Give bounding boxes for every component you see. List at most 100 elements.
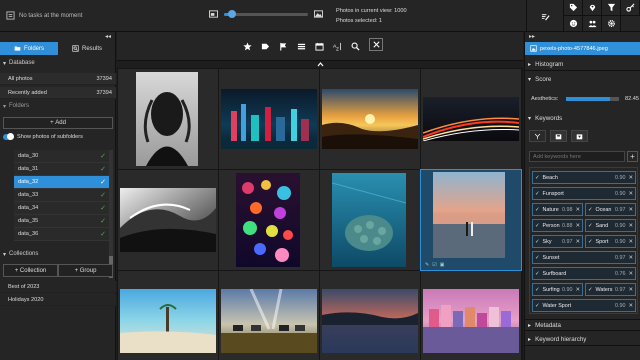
photo-cell[interactable] bbox=[421, 69, 521, 169]
tag-button[interactable] bbox=[564, 0, 583, 16]
folder-item[interactable]: data_32 ✓ bbox=[14, 176, 110, 189]
keyword-tag[interactable]: ✓ Ocean 0.97 ✕ bbox=[585, 203, 636, 216]
remove-keyword-icon[interactable]: ✕ bbox=[628, 271, 633, 277]
collections-section-header[interactable]: ▾ Collections bbox=[0, 249, 116, 259]
zoom-slider-knob[interactable] bbox=[228, 9, 237, 18]
add-group-button[interactable]: + Group bbox=[58, 264, 113, 277]
date-filter-button[interactable] bbox=[313, 40, 325, 52]
remove-keyword-icon[interactable]: ✕ bbox=[575, 287, 580, 293]
favorite-filter-button[interactable] bbox=[241, 40, 253, 52]
database-row-recently-added[interactable]: Recently added 37394 bbox=[0, 87, 116, 99]
collection-item[interactable]: Holidays 2020 bbox=[0, 294, 116, 306]
face-button[interactable] bbox=[564, 16, 583, 32]
label-filter-button[interactable] bbox=[259, 40, 271, 52]
check-icon[interactable]: ✓ bbox=[100, 191, 106, 199]
check-icon[interactable]: ✓ bbox=[100, 165, 106, 173]
folder-item[interactable]: data_35 ✓ bbox=[14, 215, 110, 228]
remove-keyword-icon[interactable]: ✕ bbox=[575, 223, 580, 229]
folder-item[interactable]: data_34 ✓ bbox=[14, 202, 110, 215]
photo-cell[interactable] bbox=[219, 170, 319, 270]
toggle-switch[interactable] bbox=[3, 133, 14, 140]
keyword-import-button[interactable] bbox=[550, 130, 567, 142]
photo-cell[interactable] bbox=[219, 271, 319, 360]
folders-section-header[interactable]: ▾ Folders bbox=[0, 101, 116, 111]
folder-item[interactable]: data_36 ✓ bbox=[14, 228, 110, 241]
check-icon[interactable]: ✓ bbox=[588, 207, 593, 213]
remove-keyword-icon[interactable]: ✕ bbox=[628, 223, 633, 229]
sort-button[interactable]: AZ bbox=[331, 40, 343, 52]
collapse-right-button[interactable]: ▸▸ bbox=[529, 33, 535, 40]
check-icon[interactable]: ✓ bbox=[100, 152, 106, 160]
keyword-tag[interactable]: ✓ Sky 0.97 ✕ bbox=[532, 235, 583, 248]
keyword-input[interactable] bbox=[529, 151, 625, 162]
keyword-tag[interactable]: ✓ Person 0.88 ✕ bbox=[532, 219, 583, 232]
show-subfolders-toggle[interactable]: Show photos of subfolders bbox=[3, 133, 83, 140]
people-button[interactable] bbox=[583, 16, 602, 32]
remove-keyword-icon[interactable]: ✕ bbox=[628, 239, 633, 245]
check-icon[interactable]: ✓ bbox=[535, 239, 540, 245]
add-collection-button[interactable]: + Collection bbox=[3, 264, 58, 277]
keyword-tag[interactable]: ✓ Waters 0.97 ✕ bbox=[585, 283, 636, 296]
keyword-tag[interactable]: ✓ Beach 0.90 ✕ bbox=[532, 171, 636, 184]
keyword-tag[interactable]: ✓ Sunset 0.97 ✕ bbox=[532, 251, 636, 264]
keywords-section-header[interactable]: ▾ Keywords bbox=[525, 112, 640, 124]
check-icon[interactable]: ✓ bbox=[100, 204, 106, 212]
check-icon[interactable]: ✓ bbox=[100, 178, 106, 186]
score-section-header[interactable]: ▾ Score bbox=[525, 73, 640, 85]
check-icon[interactable]: ✓ bbox=[588, 239, 593, 245]
collection-item[interactable]: Best of 2023 bbox=[0, 281, 116, 293]
photo-cell[interactable] bbox=[421, 271, 521, 360]
keyword-tag[interactable]: ✓ Sand 0.90 ✕ bbox=[585, 219, 636, 232]
remove-keyword-icon[interactable]: ✕ bbox=[628, 191, 633, 197]
remove-keyword-icon[interactable]: ✕ bbox=[628, 287, 633, 293]
keyword-tag[interactable]: ✓ Surfing 0.90 ✕ bbox=[532, 283, 583, 296]
check-icon[interactable]: ✓ bbox=[535, 175, 540, 181]
check-icon[interactable]: ✓ bbox=[535, 303, 540, 309]
photo-cell[interactable] bbox=[320, 69, 420, 169]
edit-icon[interactable]: ✎ bbox=[425, 262, 429, 268]
keyword-merge-button[interactable] bbox=[529, 130, 546, 142]
large-thumbnail-icon[interactable] bbox=[314, 10, 323, 18]
keyword-tag[interactable]: ✓ Surfboard 0.76 ✕ bbox=[532, 267, 636, 280]
folder-item[interactable]: data_33 ✓ bbox=[14, 189, 110, 202]
check-icon[interactable]: ✓ bbox=[535, 207, 540, 213]
photo-cell[interactable] bbox=[320, 271, 420, 360]
folder-item[interactable]: data_30 ✓ bbox=[14, 150, 110, 163]
keyword-export-button[interactable] bbox=[571, 130, 588, 142]
photo-cell[interactable] bbox=[219, 69, 319, 169]
folder-item[interactable]: data_31 ✓ bbox=[14, 163, 110, 176]
check-icon[interactable]: ✓ bbox=[535, 191, 540, 197]
check-icon[interactable]: ✓ bbox=[100, 217, 106, 225]
tab-folders[interactable]: Folders bbox=[0, 42, 58, 55]
small-thumbnail-icon[interactable] bbox=[209, 10, 218, 18]
check-icon[interactable]: ✓ bbox=[100, 230, 106, 238]
remove-keyword-icon[interactable]: ✕ bbox=[575, 207, 580, 213]
flag-filter-button[interactable] bbox=[277, 40, 289, 52]
keyword-hierarchy-section-header[interactable]: ▸ Keyword hierarchy bbox=[525, 334, 640, 346]
list-filter-button[interactable] bbox=[295, 40, 307, 52]
remove-keyword-icon[interactable]: ✕ bbox=[628, 255, 633, 261]
clear-filters-button[interactable] bbox=[369, 38, 383, 51]
photo-cell[interactable] bbox=[118, 69, 218, 169]
remove-keyword-icon[interactable]: ✕ bbox=[628, 175, 633, 181]
edit-keywords-button[interactable] bbox=[526, 0, 564, 32]
database-section-header[interactable]: ▾ Database bbox=[0, 58, 116, 68]
check-icon[interactable]: ✓ bbox=[535, 271, 540, 277]
settings-button[interactable] bbox=[602, 16, 621, 32]
check-icon[interactable]: ✓ bbox=[535, 287, 540, 293]
tab-results[interactable]: Results bbox=[58, 42, 116, 55]
photo-cell-selected[interactable]: ✎ ☑ ▣ bbox=[420, 169, 522, 271]
check-icon[interactable]: ✓ bbox=[535, 255, 540, 261]
gallery-icon[interactable]: ▣ bbox=[440, 262, 445, 268]
keyword-tag[interactable]: ✓ Funsport 0.90 ✕ bbox=[532, 187, 636, 200]
remove-keyword-icon[interactable]: ✕ bbox=[628, 207, 633, 213]
key-button[interactable] bbox=[621, 0, 640, 16]
metadata-section-header[interactable]: ▸ Metadata bbox=[525, 319, 640, 331]
check-icon[interactable]: ✓ bbox=[588, 287, 593, 293]
database-row-all-photos[interactable]: All photos 37394 bbox=[0, 73, 116, 85]
remove-keyword-icon[interactable]: ✕ bbox=[628, 303, 633, 309]
keyword-tag[interactable]: ✓ Sport 0.90 ✕ bbox=[585, 235, 636, 248]
photo-cell[interactable] bbox=[118, 271, 218, 360]
collapse-left-button[interactable]: ◂◂ bbox=[105, 33, 111, 40]
collapse-toolbar-bar[interactable] bbox=[117, 60, 523, 68]
